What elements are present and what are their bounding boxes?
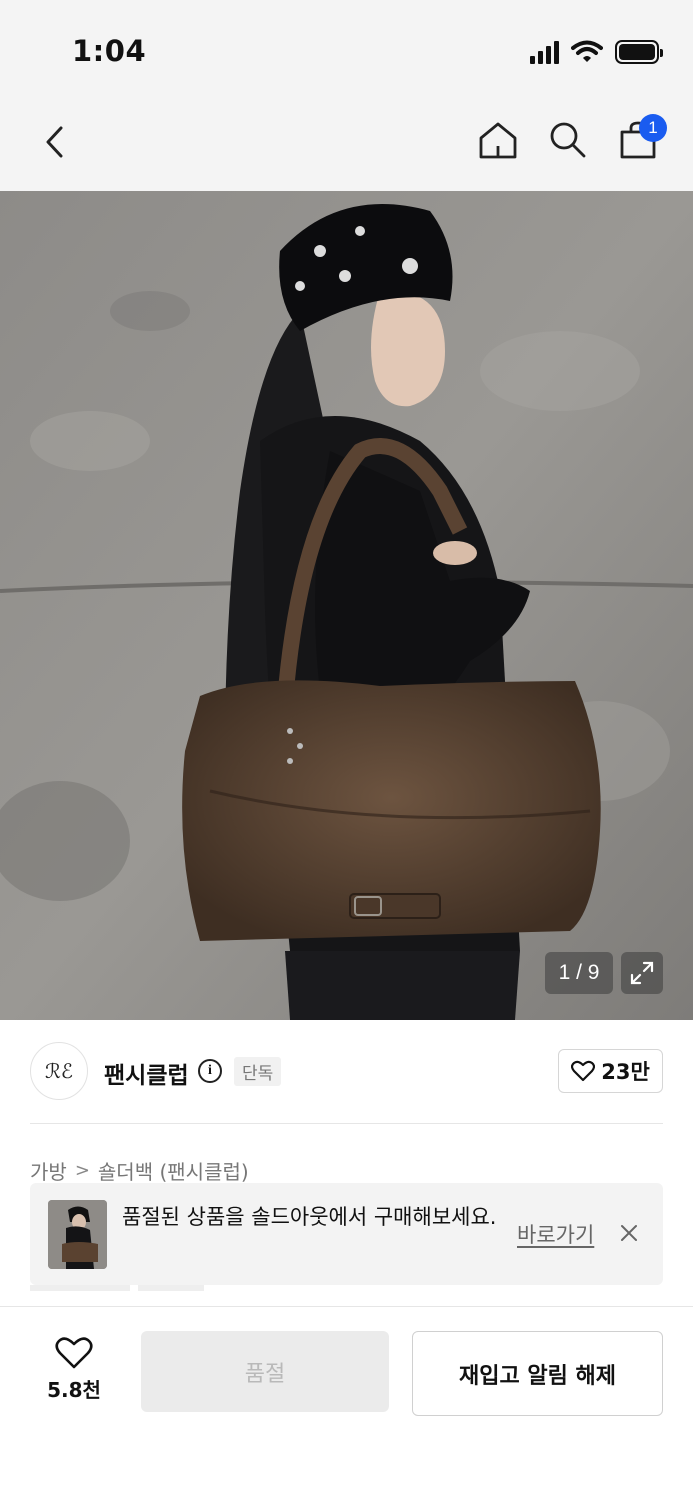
hidden-tag	[138, 1285, 204, 1291]
brand-name[interactable]: 팬시클럽	[104, 1056, 189, 1090]
toast-go-link[interactable]: 바로가기	[517, 1219, 594, 1249]
search-button[interactable]	[547, 118, 589, 162]
brand-like-count: 23만	[601, 1060, 650, 1084]
heart-icon	[571, 1060, 596, 1082]
toast-thumbnail	[48, 1200, 107, 1269]
back-button[interactable]	[34, 122, 74, 162]
close-icon	[621, 1225, 637, 1241]
top-nav-bar: 1	[0, 100, 693, 191]
wishlist-button[interactable]: 5.8천	[30, 1333, 118, 1405]
image-counter: 1 / 9	[545, 952, 613, 994]
hidden-tag	[30, 1285, 130, 1291]
battery-icon	[615, 40, 663, 64]
breadcrumb: 가방 > 숄더백 (팬시클럽)	[30, 1156, 249, 1185]
toast-close-button[interactable]	[618, 1222, 640, 1244]
status-time: 1:04	[72, 34, 147, 68]
chevron-left-icon	[46, 126, 63, 158]
bottom-action-bar: 5.8천 품절 재입고 알림 해제	[0, 1306, 693, 1500]
wifi-icon	[571, 40, 603, 62]
wishlist-count: 5.8천	[47, 1377, 101, 1402]
toast-message: 품절된 상품을 솔드아웃에서 구매해보세요.	[122, 1205, 497, 1229]
expand-icon	[630, 961, 654, 985]
status-bar: 1:04	[0, 0, 693, 100]
breadcrumb-subcategory[interactable]: 숄더백 (팬시클럽)	[98, 1156, 249, 1185]
product-image[interactable]	[0, 191, 693, 1020]
product-photo	[0, 191, 693, 1020]
exclusive-badge: 단독	[234, 1057, 282, 1086]
breadcrumb-separator: >	[74, 1160, 90, 1181]
brand-row: ℛℰ 팬시클럽 i 단독 23만	[30, 1040, 663, 1104]
brand-logo[interactable]: ℛℰ	[30, 1042, 88, 1100]
soldout-button[interactable]: 품절	[141, 1331, 389, 1412]
cart-button[interactable]: 1	[617, 114, 667, 162]
divider	[30, 1123, 663, 1124]
restock-notify-button[interactable]: 재입고 알림 해제	[412, 1331, 663, 1416]
brand-like-button[interactable]: 23만	[558, 1049, 663, 1093]
home-button[interactable]	[477, 118, 519, 162]
heart-icon	[55, 1336, 93, 1368]
cart-count-badge: 1	[639, 114, 667, 142]
status-icons	[530, 40, 663, 64]
home-icon	[479, 122, 517, 159]
search-icon	[550, 122, 586, 158]
brand-info-icon[interactable]: i	[198, 1059, 222, 1083]
expand-button[interactable]	[621, 952, 663, 994]
soldout-toast: 품절된 상품을 솔드아웃에서 구매해보세요. 바로가기	[30, 1183, 663, 1285]
breadcrumb-category[interactable]: 가방	[30, 1156, 67, 1185]
cellular-signal-icon	[530, 40, 559, 64]
